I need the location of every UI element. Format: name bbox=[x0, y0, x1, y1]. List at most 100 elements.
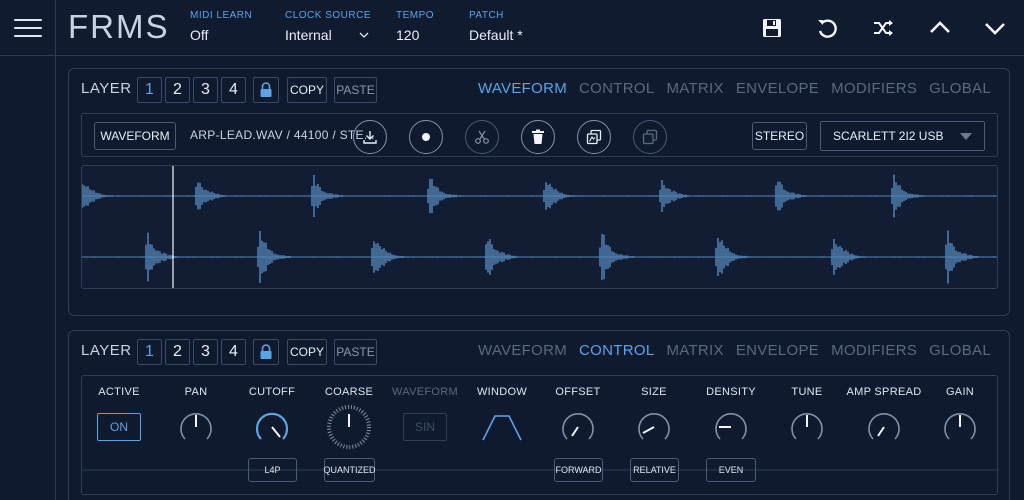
layer-2-button[interactable]: 2 bbox=[165, 77, 190, 103]
window-label: WINDOW bbox=[476, 386, 528, 398]
amp-spread-knob[interactable] bbox=[865, 408, 903, 446]
clock-source-label: CLOCK SOURCE bbox=[285, 10, 372, 21]
active-control: ACTIVE bbox=[79, 386, 159, 398]
waveform-sin-button[interactable]: SIN bbox=[403, 413, 447, 441]
tune-knob[interactable] bbox=[788, 408, 826, 446]
shuffle-icon[interactable] bbox=[869, 14, 897, 42]
gain-knob[interactable] bbox=[941, 408, 979, 446]
offset-control: OFFSET bbox=[538, 386, 618, 398]
layer-panel-control: LAYER 1 2 3 4 COPY PASTE WAVEFORM CONTRO… bbox=[68, 330, 1010, 500]
layer-title: LAYER bbox=[81, 342, 132, 359]
record-icon[interactable] bbox=[409, 120, 443, 154]
tab-control[interactable]: CONTROL bbox=[579, 342, 654, 359]
tab-matrix[interactable]: MATRIX bbox=[666, 342, 723, 359]
amp-spread-label: AMP SPREAD bbox=[846, 386, 922, 398]
density-even-tag[interactable]: EVEN bbox=[706, 458, 756, 482]
tab-modifiers[interactable]: MODIFIERS bbox=[831, 80, 917, 97]
waveform-display[interactable] bbox=[81, 165, 998, 289]
app-logo: FRMS bbox=[68, 8, 170, 45]
active-label: ACTIVE bbox=[98, 386, 140, 398]
waveform-button[interactable]: WAVEFORM bbox=[94, 122, 176, 150]
chevron-down-icon[interactable] bbox=[981, 14, 1009, 42]
audio-device-select[interactable]: SCARLETT 2I2 USB bbox=[820, 121, 985, 151]
layer-panel-waveform: LAYER 1 2 3 4 COPY PASTE WAVEFORM CONTRO… bbox=[68, 68, 1010, 316]
active-toggle[interactable]: ON bbox=[97, 413, 141, 441]
tempo-label: TEMPO bbox=[396, 10, 435, 21]
layer-1-button[interactable]: 1 bbox=[137, 77, 162, 103]
tab-control[interactable]: CONTROL bbox=[579, 80, 654, 97]
coarse-knob[interactable] bbox=[326, 404, 372, 450]
tab-waveform[interactable]: WAVEFORM bbox=[478, 342, 567, 359]
paste-icon[interactable] bbox=[633, 120, 667, 154]
offset-label: OFFSET bbox=[555, 386, 601, 398]
paste-button[interactable]: PASTE bbox=[334, 77, 377, 103]
tab-waveform[interactable]: WAVEFORM bbox=[478, 80, 567, 97]
chevron-down-icon[interactable] bbox=[359, 30, 369, 40]
stereo-button[interactable]: STEREO bbox=[752, 122, 807, 150]
layer-1-button[interactable]: 1 bbox=[137, 339, 162, 365]
window-shape-icon[interactable] bbox=[481, 412, 523, 444]
offset-forward-tag[interactable]: FORWARD bbox=[554, 458, 603, 482]
tempo-field[interactable]: TEMPO 120 bbox=[396, 10, 434, 43]
paste-button[interactable]: PASTE bbox=[334, 339, 377, 365]
waveform-graph bbox=[82, 166, 997, 288]
copy-icon[interactable] bbox=[577, 120, 611, 154]
top-bar: FRMS MIDI LEARN Off CLOCK SOURCE Interna… bbox=[0, 0, 1024, 56]
tab-bar: WAVEFORM CONTROL MATRIX ENVELOPE MODIFIE… bbox=[478, 80, 991, 97]
menu-icon[interactable] bbox=[0, 0, 56, 56]
tab-global[interactable]: GLOBAL bbox=[929, 80, 991, 97]
layer-4-button[interactable]: 4 bbox=[221, 77, 246, 103]
gain-control: GAIN bbox=[920, 386, 1000, 398]
size-knob[interactable] bbox=[635, 408, 673, 446]
midi-learn-value: Off bbox=[190, 27, 209, 43]
layer-3-button[interactable]: 3 bbox=[193, 339, 218, 365]
pan-knob[interactable] bbox=[177, 408, 215, 446]
coarse-control: COARSE bbox=[309, 386, 389, 398]
audio-device-value: SCARLETT 2I2 USB bbox=[833, 129, 944, 143]
tab-global[interactable]: GLOBAL bbox=[929, 342, 991, 359]
tab-envelope[interactable]: ENVELOPE bbox=[736, 80, 819, 97]
cutoff-filter-tag[interactable]: L4P bbox=[248, 458, 297, 482]
layer-2-button[interactable]: 2 bbox=[165, 339, 190, 365]
tune-control: TUNE bbox=[767, 386, 847, 398]
layer-4-button[interactable]: 4 bbox=[221, 339, 246, 365]
layer-title: LAYER bbox=[81, 80, 132, 97]
copy-button[interactable]: COPY bbox=[287, 77, 327, 103]
chevron-up-icon[interactable] bbox=[926, 14, 954, 42]
midi-learn-label: MIDI LEARN bbox=[190, 10, 253, 21]
caret-down-icon bbox=[960, 133, 972, 140]
window-control: WINDOW bbox=[462, 386, 542, 398]
lock-icon[interactable] bbox=[253, 339, 279, 365]
cutoff-knob[interactable] bbox=[253, 408, 291, 446]
waveform-label: WAVEFORM bbox=[392, 386, 458, 398]
control-row: ACTIVE ON PAN CUTOFF L4P COARSE QUANTIZE… bbox=[79, 375, 1000, 495]
trash-icon[interactable] bbox=[521, 120, 555, 154]
waveform-toolbar: WAVEFORM ARP-LEAD.WAV / 44100 / STE... S… bbox=[81, 113, 998, 157]
waveform-control: WAVEFORM bbox=[385, 386, 465, 398]
copy-button[interactable]: COPY bbox=[287, 339, 327, 365]
patch-field[interactable]: PATCH Default * bbox=[469, 10, 523, 43]
scissors-icon[interactable] bbox=[465, 120, 499, 154]
patch-value: Default * bbox=[469, 27, 523, 43]
download-icon[interactable] bbox=[353, 120, 387, 154]
offset-knob[interactable] bbox=[559, 408, 597, 446]
tab-matrix[interactable]: MATRIX bbox=[666, 80, 723, 97]
density-control: DENSITY bbox=[691, 386, 771, 398]
layer-3-button[interactable]: 3 bbox=[193, 77, 218, 103]
size-label: SIZE bbox=[641, 386, 667, 398]
save-icon[interactable] bbox=[758, 14, 786, 42]
sample-filename: ARP-LEAD.WAV / 44100 / STE... bbox=[190, 128, 375, 142]
midi-learn-field[interactable]: MIDI LEARN Off bbox=[190, 10, 252, 43]
coarse-quantized-tag[interactable]: QUANTIZED bbox=[324, 458, 376, 482]
size-relative-tag[interactable]: RELATIVE bbox=[630, 458, 679, 482]
density-knob[interactable] bbox=[712, 408, 750, 446]
tab-envelope[interactable]: ENVELOPE bbox=[736, 342, 819, 359]
undo-icon[interactable] bbox=[813, 14, 841, 42]
patch-label: PATCH bbox=[469, 10, 504, 21]
tab-modifiers[interactable]: MODIFIERS bbox=[831, 342, 917, 359]
tab-bar: WAVEFORM CONTROL MATRIX ENVELOPE MODIFIE… bbox=[478, 342, 991, 359]
tune-label: TUNE bbox=[791, 386, 823, 398]
sidebar-divider bbox=[55, 56, 56, 500]
lock-icon[interactable] bbox=[253, 77, 279, 103]
cutoff-control: CUTOFF bbox=[232, 386, 312, 398]
